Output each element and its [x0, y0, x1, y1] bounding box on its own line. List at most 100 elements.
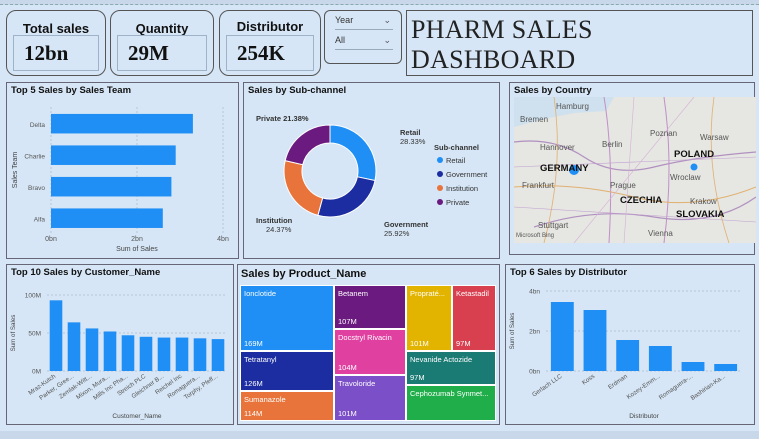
kpi-total-sales-box: 12bn	[13, 35, 99, 71]
country-map[interactable]: Hamburg Bremen Hannover Berlin Poznan Wa…	[514, 97, 756, 243]
kpi-quantity: Quantity 29M	[110, 10, 214, 76]
subchannel-donut-chart[interactable]: Retail28.33%Government25.92%Institution2…	[244, 83, 499, 258]
kpi-distributor-box: 254K	[226, 35, 314, 71]
map-city-label: Warsaw	[700, 133, 729, 142]
legend-title: Sub-channel	[434, 143, 479, 152]
treemap-tile-label: Docstryl Rivacin	[338, 333, 392, 342]
slice-label: Institution	[256, 216, 293, 225]
treemap-tile[interactable]: Propraté... 101M	[406, 285, 452, 351]
treemap-tile-label: Nevanide Actozide	[410, 355, 473, 364]
bar	[49, 300, 63, 371]
bar	[51, 176, 172, 197]
panel-customer[interactable]: Top 10 Sales by Customer_Name 0M 50M 100M M…	[6, 264, 234, 425]
panel-sales-team[interactable]: Top 5 Sales by Sales Team 0bn 2bn 4bn Delta…	[6, 82, 239, 259]
slice-label: Private 21.38%	[256, 114, 309, 123]
treemap-tile[interactable]: Sumanazole 114M	[240, 391, 334, 421]
y-tick-label: 50M	[28, 331, 41, 338]
slice-label: Government	[384, 220, 429, 229]
bar	[51, 145, 176, 165]
x-tick-label: 2bn	[131, 236, 143, 243]
kpi-total-sales: Total sales 12bn	[6, 10, 106, 76]
panel-distributor[interactable]: Top 6 Sales by Distributor 0bn 2bn 4bn Gerl…	[505, 264, 755, 425]
treemap-tile-label: Cephozumab Synmet...	[410, 389, 489, 398]
kpi-quantity-label: Quantity	[135, 21, 189, 36]
treemap-tile-label: Ionclotide	[244, 289, 277, 298]
map-city-label: Hannover	[540, 143, 575, 152]
treemap-tile[interactable]: Cephozumab Synmet...	[406, 385, 496, 421]
bar	[51, 208, 163, 228]
treemap-tile-value: 169M	[244, 339, 263, 348]
slice-pct: 28.33%	[400, 137, 426, 146]
map-attribution: Microsoft Bing	[516, 233, 555, 239]
page-title: PHARM SALES DASHBOARD	[411, 15, 593, 74]
treemap-tile-value: 114M	[244, 409, 263, 418]
kpi-quantity-box: 29M	[117, 35, 207, 71]
treemap-tile[interactable]: Betanem 107M	[334, 285, 406, 329]
x-tick-label: Bashirian-Ka...	[690, 373, 727, 402]
bar	[583, 310, 607, 371]
y-axis-label: Sum of Sales	[509, 313, 516, 350]
distributor-chart[interactable]: 0bn 2bn 4bn Gerlach LLC Koss ErdmanKozey-Emm.…	[506, 265, 754, 424]
bar	[681, 362, 705, 371]
slicer-dropdown[interactable]: All ⌄	[335, 35, 393, 50]
treemap-tile-value: 104M	[338, 363, 357, 372]
bottom-border	[0, 431, 759, 439]
donut-slice	[284, 124, 331, 166]
treemap-tile[interactable]: Tetratanyl 126M	[240, 351, 334, 391]
treemap-tile-value: 101M	[410, 339, 429, 348]
bar	[139, 336, 153, 371]
panel-subchannel[interactable]: Sales by Sub-channel Retail 28.33% Governm…	[243, 82, 500, 259]
y-tick-label: Alfa	[34, 217, 46, 224]
treemap-tile-label: Travoloride	[338, 379, 376, 388]
x-tick-label: Erdman	[607, 373, 629, 391]
donut-slice	[317, 176, 376, 218]
map-country-label: CZECHIA	[620, 195, 663, 206]
treemap-tile[interactable]: Nevanide Actozide 97M	[406, 351, 496, 385]
treemap-tile-label: Ketastadil	[456, 289, 489, 298]
kpi-quantity-value: 29M	[128, 41, 169, 65]
x-tick-label: 0bn	[45, 236, 57, 243]
sales-team-chart[interactable]: 0bn 2bn 4bn Delta Charlie Bravo Alfa Sum of Sal…	[7, 83, 238, 258]
map-city-label: Berlin	[602, 140, 623, 149]
x-axis-label: Sum of Sales	[116, 246, 158, 253]
y-axis-label: Sum of Sales	[10, 315, 17, 352]
treemap-tile[interactable]: Travoloride 101M	[334, 375, 406, 421]
y-tick-label: 4bn	[529, 289, 540, 296]
panel-product[interactable]: Sales by Product_Name Ionclotide 169M Tetr…	[237, 264, 500, 425]
treemap-tile-value: 101M	[338, 409, 357, 418]
year-slicer[interactable]: Year ⌄ All ⌄	[324, 10, 402, 64]
chevron-down-icon: ⌄	[383, 35, 391, 45]
bar	[193, 338, 207, 371]
map-city-label: Hamburg	[556, 102, 589, 111]
bar	[103, 331, 117, 371]
map-country-label: SLOVAKIA	[676, 209, 725, 220]
panel-country[interactable]: Sales by Country Hamburg Bremen Hannover…	[509, 82, 756, 255]
map-city-label: Poznan	[650, 129, 678, 138]
treemap-tile[interactable]: Docstryl Rivacin 104M	[334, 329, 406, 375]
donut-slice	[329, 124, 377, 182]
bar	[67, 322, 81, 371]
bar	[550, 302, 574, 371]
map-bubble-poland[interactable]	[690, 163, 698, 171]
y-tick-label: 0bn	[529, 369, 540, 376]
bar	[157, 337, 171, 371]
customer-chart[interactable]: 0M50M100MMraz-KutchParker, Gree...Zemlak…	[7, 265, 233, 424]
bar	[175, 337, 189, 371]
product-treemap[interactable]: Ionclotide 169M Tetratanyl 126M Sumanazole 11…	[240, 285, 496, 421]
map-city-label: Krakow	[690, 197, 717, 206]
kpi-distributor-label: Distributor	[236, 19, 304, 34]
treemap-tile-value: 126M	[244, 379, 263, 388]
treemap-tile[interactable]: Ionclotide 169M	[240, 285, 334, 351]
slicer-field: Year ⌄	[335, 15, 393, 30]
bar	[85, 328, 99, 371]
y-tick-label: Bravo	[28, 185, 45, 192]
bar	[51, 113, 193, 134]
legend-label: Private	[446, 198, 469, 207]
treemap-tile[interactable]: Ketastadil 97M	[452, 285, 496, 351]
y-tick-label: Charlie	[24, 154, 45, 161]
map-country-label: POLAND	[674, 149, 715, 160]
legend-label: Government	[446, 170, 488, 179]
map-city-label: Bremen	[520, 115, 549, 124]
treemap-tile-value: 97M	[410, 373, 425, 382]
slicer-value: All	[335, 35, 346, 45]
